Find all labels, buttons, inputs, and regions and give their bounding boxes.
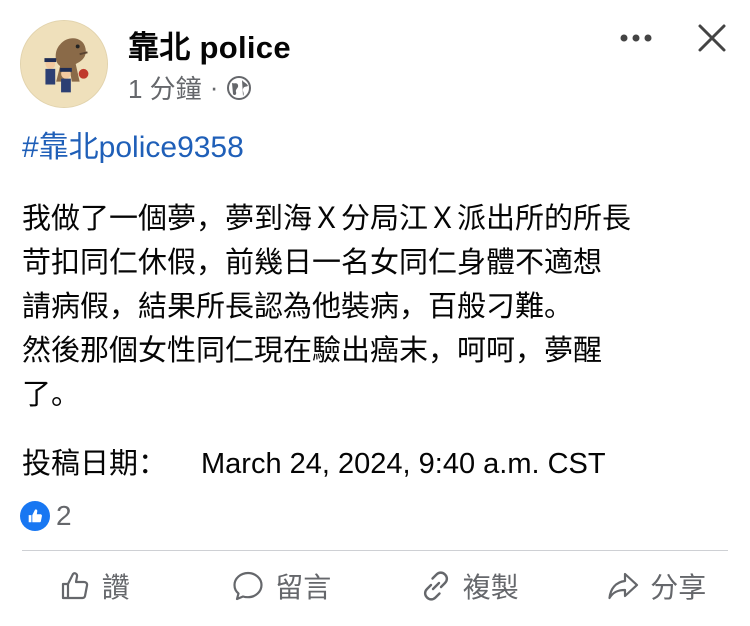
reaction-count: 2 (56, 500, 72, 531)
comment-button[interactable]: 留言 (188, 556, 376, 616)
reaction-summary[interactable]: 2 (20, 500, 72, 532)
more-options-button[interactable] (614, 20, 658, 56)
hashtag-link[interactable]: #靠北police9358 (22, 122, 244, 166)
post-line: 苛扣同仁休假，前幾日一名女同仁身體不適想 (22, 247, 603, 279)
post-date-value: March 24, 2024, 9:40 a.m. CST (201, 448, 606, 480)
meta-separator: · (209, 72, 219, 102)
avatar-illustration (21, 21, 107, 107)
close-icon (698, 24, 726, 52)
post-line: 請病假，結果所長認為他裝病，百般刁難。 (22, 291, 574, 323)
action-divider (22, 550, 728, 551)
post-timestamp[interactable]: 1 分鐘 (128, 69, 202, 106)
page-name[interactable]: 靠北 police (128, 22, 291, 67)
comment-label: 留言 (275, 572, 332, 603)
like-button[interactable]: 讚 (0, 556, 188, 616)
like-label: 讚 (101, 572, 130, 603)
link-icon (423, 571, 448, 601)
copy-link-button[interactable]: 複製 (375, 556, 563, 616)
share-icon (608, 572, 639, 600)
post-date-label: 投稿日期： (22, 448, 168, 480)
post-body: 我做了一個夢，夢到海Ｘ分局江Ｘ派出所的所長 苛扣同仁休假，前幾日一名女同仁身體不… (22, 197, 734, 417)
close-button[interactable] (690, 16, 734, 60)
action-bar: 讚 留言 複製 分享 (0, 556, 750, 616)
post-line: 然後那個女性同仁現在驗出癌末，呵呵，夢醒 (22, 335, 603, 367)
post-meta: 1 分鐘 · (128, 69, 252, 106)
page-avatar[interactable] (20, 20, 108, 108)
post-date: 投稿日期： March 24, 2024, 9:40 a.m. CST (22, 440, 606, 482)
more-horizontal-icon (620, 34, 652, 42)
globe-icon (226, 75, 252, 101)
post-line: 了。 (22, 379, 81, 411)
copy-label: 複製 (462, 572, 519, 603)
post-line: 我做了一個夢，夢到海Ｘ分局江Ｘ派出所的所長 (22, 203, 632, 235)
thumbs-up-icon (20, 501, 50, 531)
comment-icon (233, 571, 263, 601)
share-button[interactable]: 分享 (563, 556, 750, 616)
thumbs-up-icon (61, 572, 88, 600)
share-label: 分享 (650, 572, 707, 603)
